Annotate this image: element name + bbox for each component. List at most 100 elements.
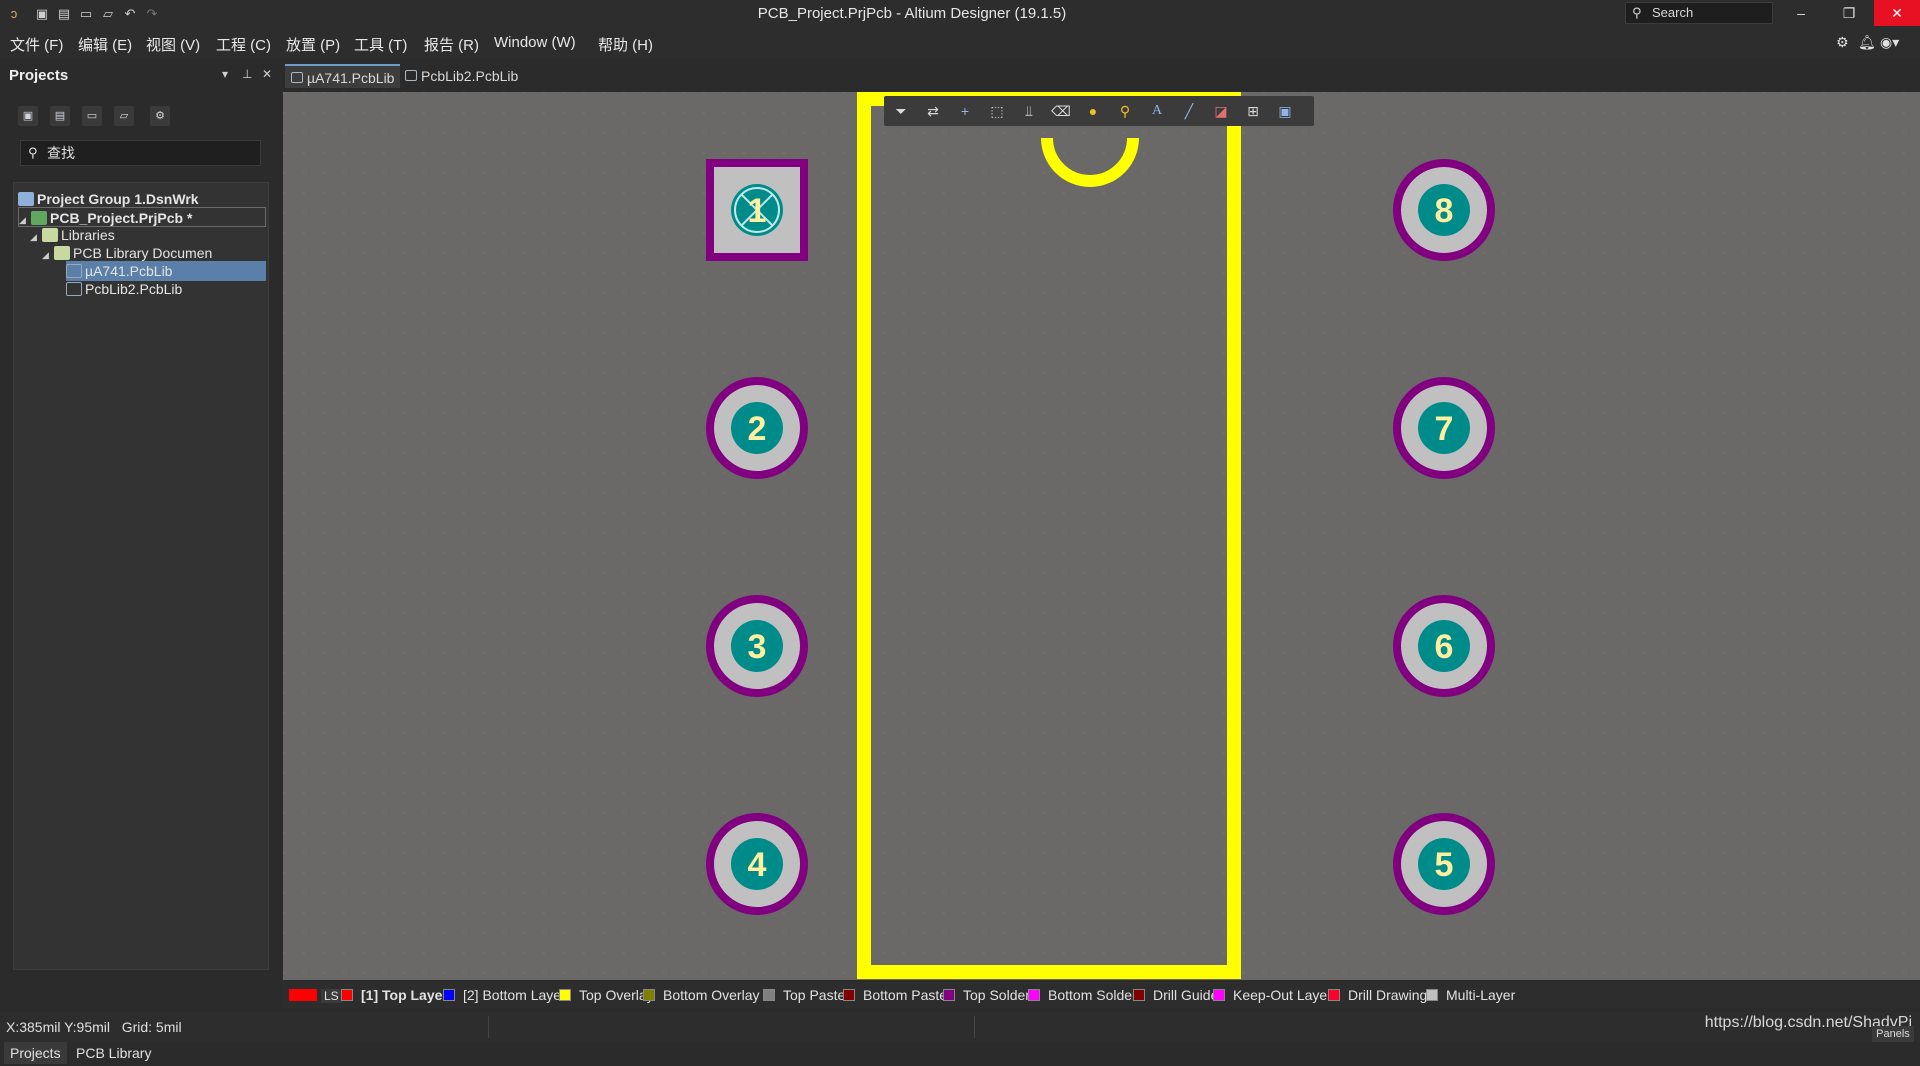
tree-item-pcb-project[interactable]: ◢ PCB_Project.PrjPcb * [18, 207, 266, 227]
pcb-canvas[interactable]: 1 2 3 4 5 6 7 8 ⏷ ⇄ + ⬚ ⫫ ⌫ ● ⚲ A ╱ ◪ ⊞ ▣ [283, 92, 1920, 980]
footprint-drawing: 1 2 3 4 5 6 7 8 [283, 92, 1920, 980]
panel-close-icon[interactable]: ✕ [262, 67, 272, 81]
pad-number: 2 [748, 410, 767, 448]
line-icon[interactable]: ╱ [1178, 101, 1200, 121]
layer-tab-bottom-paste[interactable]: Bottom Paste [843, 984, 947, 1006]
layer-set-swatch [289, 989, 317, 1002]
dimension-icon[interactable]: ◪ [1210, 101, 1232, 121]
pad-5[interactable]: 5 [1393, 813, 1495, 915]
tree-item-label: PcbLib2.PcbLib [85, 281, 183, 297]
component-icon[interactable]: ▣ [1274, 101, 1296, 121]
layer-color-swatch [1028, 989, 1040, 1002]
tree-item-project-group[interactable]: Project Group 1.DsnWrk [18, 189, 266, 209]
pad-1[interactable]: 1 [706, 159, 808, 261]
panel-search-input[interactable]: ⚲ 查找 [20, 140, 261, 166]
menu-bar: 文件 (F) 编辑 (E) 视图 (V) 工程 (C) 放置 (P) 工具 (T… [0, 28, 1920, 58]
menu-edit[interactable]: 编辑 (E) [78, 34, 132, 55]
search-icon: ⚲ [1632, 5, 1642, 20]
collapse-arrow-icon[interactable]: ◢ [42, 245, 54, 265]
save-project-icon[interactable]: ▣ [18, 106, 38, 126]
menu-window[interactable]: Window (W) [494, 34, 576, 51]
via-icon[interactable]: ● [1082, 101, 1104, 121]
tab-pcb-library[interactable]: PCB Library [70, 1042, 157, 1064]
global-search-input[interactable]: ⚲ Search [1625, 2, 1773, 24]
settings-icon[interactable]: ⚙ [150, 106, 170, 126]
layer-label: [1] Top Layer [361, 987, 448, 1003]
layer-tab-bottom-overlay[interactable]: Bottom Overlay [643, 984, 759, 1006]
tree-item-libraries[interactable]: ◢ Libraries [30, 225, 266, 245]
active-bar: ⏷ ⇄ + ⬚ ⫫ ⌫ ● ⚲ A ╱ ◪ ⊞ ▣ [884, 96, 1314, 126]
filter-icon[interactable]: ⏷ [890, 101, 912, 121]
search-icon: ⚲ [28, 145, 38, 160]
close-folder-icon[interactable]: ▱ [114, 106, 134, 126]
menu-project[interactable]: 工程 (C) [216, 34, 271, 55]
menu-view[interactable]: 视图 (V) [146, 34, 200, 55]
compile-icon[interactable]: ▤ [50, 106, 70, 126]
restore-button[interactable]: ❐ [1826, 0, 1872, 26]
layer-tab-2-bottom-layer[interactable]: [2] Bottom Layer [443, 984, 566, 1006]
layer-tab-top-overlay[interactable]: Top Overlay [559, 984, 654, 1006]
open-folder-icon[interactable]: ▭ [82, 106, 102, 126]
route-icon[interactable]: ⇄ [922, 101, 944, 121]
layer-label: Multi-Layer [1446, 987, 1516, 1003]
layer-tab-drill-drawing[interactable]: Drill Drawing [1328, 984, 1427, 1006]
tree-item-pcblib2[interactable]: PcbLib2.PcbLib [66, 279, 266, 299]
tree-item-label: Libraries [61, 227, 115, 243]
pad-6[interactable]: 6 [1393, 595, 1495, 697]
minimize-button[interactable]: – [1778, 0, 1824, 26]
pad-3[interactable]: 3 [706, 595, 808, 697]
layer-tab-1-top-layer[interactable]: [1] Top Layer [341, 984, 448, 1006]
menu-help[interactable]: 帮助 (H) [598, 34, 653, 55]
panels-button[interactable]: Panels [1872, 1026, 1914, 1042]
panel-header: Projects ▾ ⊥ ✕ [0, 64, 277, 86]
panel-toolbar: ▣ ▤ ▭ ▱ ⚙ [14, 106, 264, 128]
project-tree: Project Group 1.DsnWrk ◢ PCB_Project.PrjP… [13, 182, 269, 970]
pad-2[interactable]: 2 [706, 377, 808, 479]
pad-4[interactable]: 4 [706, 813, 808, 915]
layer-color-swatch [843, 989, 855, 1002]
text-icon[interactable]: A [1146, 101, 1168, 121]
layer-color-swatch [1426, 989, 1438, 1002]
align-icon[interactable]: ⫫ [1018, 101, 1040, 121]
gear-icon[interactable]: ⚙ [1836, 34, 1849, 51]
panel-menu-icon[interactable]: ▾ [222, 67, 228, 81]
layer-label: [2] Bottom Layer [463, 987, 566, 1003]
menu-tools[interactable]: 工具 (T) [354, 34, 407, 55]
doc-tab-ua741[interactable]: µA741.PcbLib [285, 64, 401, 88]
doc-tab-pcblib2[interactable]: PcbLib2.PcbLib [399, 64, 524, 88]
doc-tab-label: µA741.PcbLib [307, 70, 395, 86]
layer-label: Drill Drawing [1348, 987, 1428, 1003]
select-rect-icon[interactable]: ⬚ [986, 101, 1008, 121]
close-button[interactable]: ✕ [1874, 0, 1920, 26]
tree-item-ua741-pcblib[interactable]: µA741.PcbLib [66, 261, 266, 281]
menu-place[interactable]: 放置 (P) [286, 34, 340, 55]
user-icon[interactable]: ◉▾ [1880, 34, 1899, 51]
tree-item-label: PCB_Project.PrjPcb * [50, 210, 193, 226]
layer-tab-top-solder[interactable]: Top Solder [943, 984, 1030, 1006]
collapse-arrow-icon[interactable]: ◢ [30, 227, 42, 247]
layer-set-button[interactable]: LS [289, 984, 342, 1006]
layer-tab-top-paste[interactable]: Top Paste [763, 984, 845, 1006]
doc-tab-label: PcbLib2.PcbLib [421, 68, 519, 84]
crosshair-icon[interactable]: + [954, 101, 976, 121]
pad-8[interactable]: 8 [1393, 159, 1495, 261]
tab-projects[interactable]: Projects [4, 1042, 67, 1064]
menu-reports[interactable]: 报告 (R) [424, 34, 479, 55]
bell-icon[interactable]: 🔔︎ [1858, 34, 1876, 51]
panel-tabs: Projects PCB Library [0, 1038, 277, 1066]
layer-label: Bottom Overlay [663, 987, 760, 1003]
status-bar: X:385mil Y:95mil Grid: 5mil https://blog… [0, 1012, 1920, 1042]
layer-tab-drill-guide[interactable]: Drill Guide [1133, 984, 1218, 1006]
pin-icon[interactable]: ⊥ [242, 67, 252, 81]
layer-tab-keep-out-layer[interactable]: Keep-Out Layer [1213, 984, 1332, 1006]
menu-file[interactable]: 文件 (F) [10, 34, 63, 55]
layer-tab-bottom-solder[interactable]: Bottom Solder [1028, 984, 1137, 1006]
pad-7[interactable]: 7 [1393, 377, 1495, 479]
chart-icon[interactable]: ⊞ [1242, 101, 1264, 121]
layer-tabs: LS [1] Top Layer [2] Bottom Layer Top Over… [283, 982, 1920, 1008]
tree-item-pcb-library-documents[interactable]: ◢ PCB Library Documen [42, 243, 266, 263]
layer-tab-multi-layer[interactable]: Multi-Layer [1426, 984, 1515, 1006]
pad-icon[interactable]: ⚲ [1114, 101, 1136, 121]
layer-color-swatch [943, 989, 955, 1002]
eraser-icon[interactable]: ⌫ [1050, 101, 1072, 121]
